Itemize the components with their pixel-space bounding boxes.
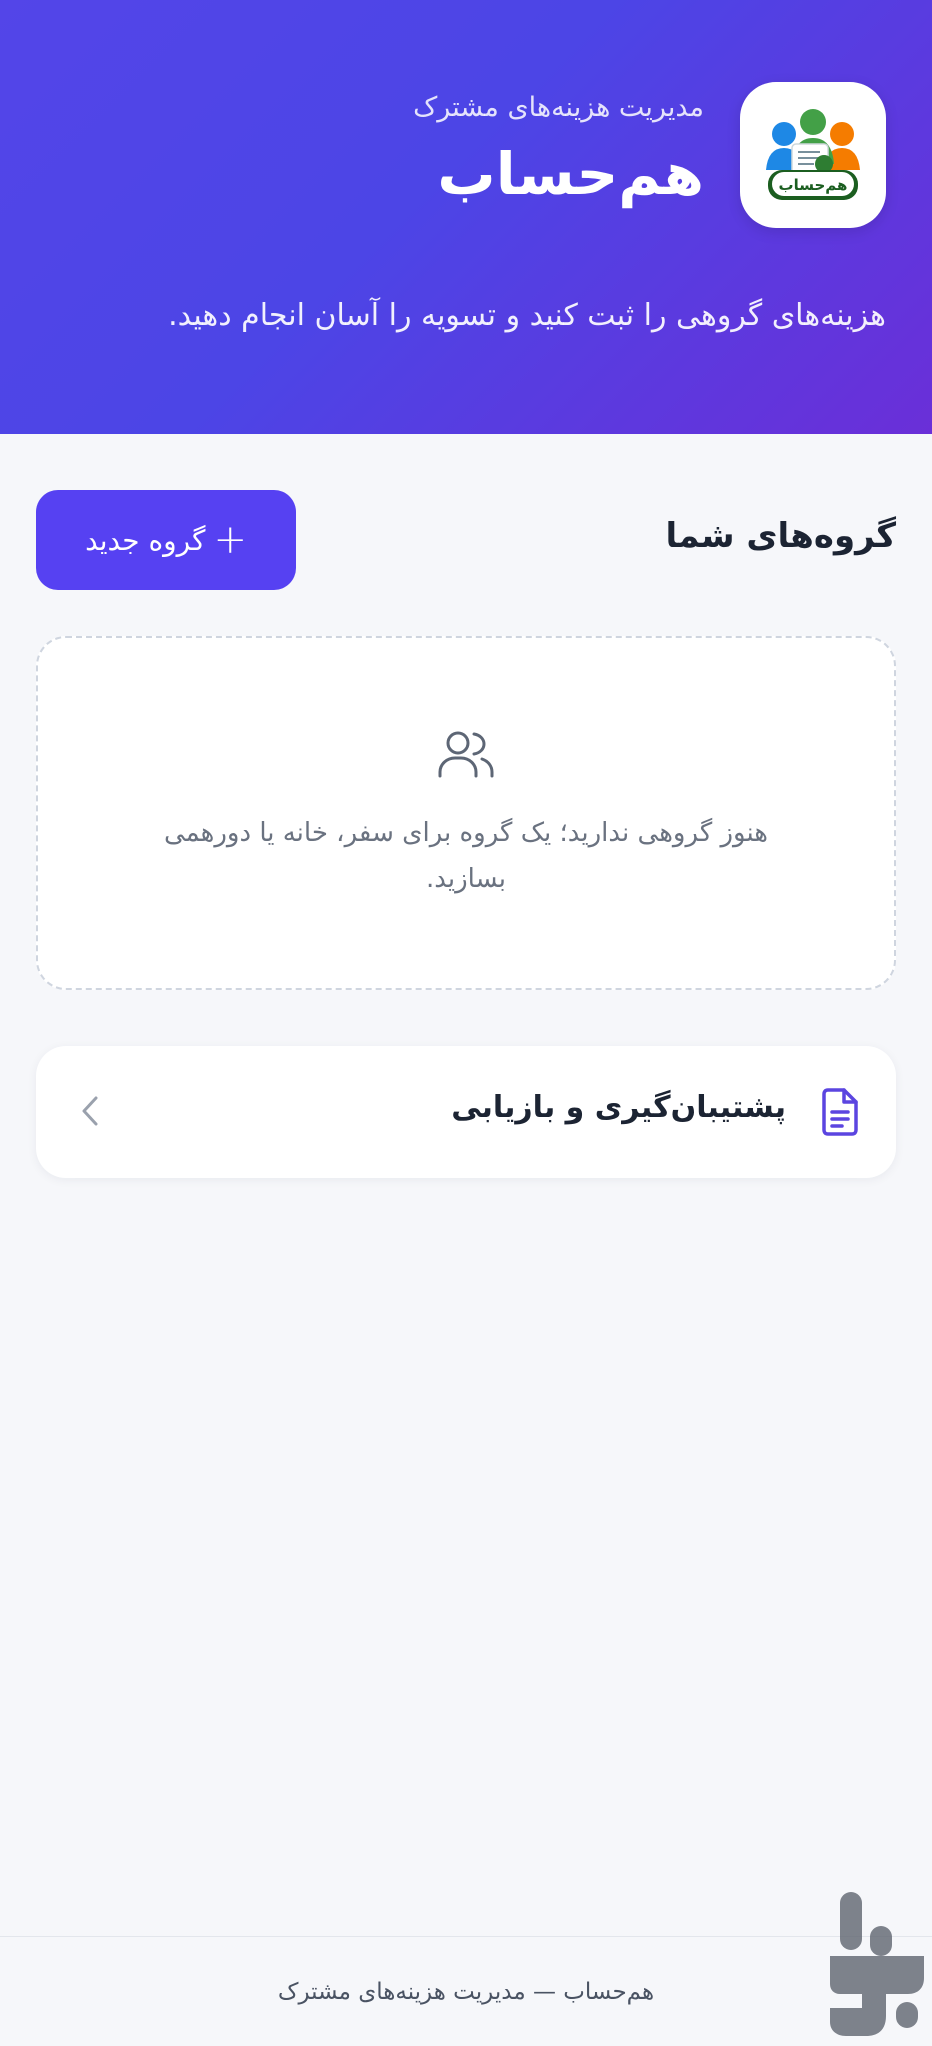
groups-section-header: گروه‌های شما + گروه جدید <box>36 490 896 590</box>
footer: هم‌حساب — مدیریت هزینه‌های مشترک <box>0 1936 932 2046</box>
backup-label: پشتیبان‌گیری و بازیابی <box>451 1090 786 1125</box>
app-logo-icon: هم‌حساب <box>740 82 886 228</box>
plus-icon: + <box>213 517 247 563</box>
app-screen: هم‌حساب مدیریت هزینه‌های مشترک هم‌حساب ه… <box>0 0 932 2046</box>
app-title: هم‌حساب <box>437 140 704 208</box>
empty-groups-card: هنوز گروهی ندارید؛ یک گروه برای سفر، خان… <box>36 636 896 990</box>
hero-header: هم‌حساب مدیریت هزینه‌های مشترک هم‌حساب ه… <box>0 0 932 434</box>
empty-message: هنوز گروهی ندارید؛ یک گروه برای سفر، خان… <box>163 818 769 894</box>
store-watermark-icon <box>826 1884 928 2040</box>
new-group-label: گروه جدید <box>85 523 206 557</box>
chevron-left-icon <box>80 1094 100 1132</box>
users-icon <box>438 728 494 784</box>
backup-restore-item[interactable]: پشتیبان‌گیری و بازیابی <box>36 1046 896 1178</box>
document-icon <box>820 1088 860 1140</box>
footer-text: هم‌حساب — مدیریت هزینه‌های مشترک <box>277 1979 655 2005</box>
app-subtitle: مدیریت هزینه‌های مشترک <box>413 92 704 123</box>
section-title: گروه‌های شما <box>665 516 896 556</box>
svg-text:هم‌حساب: هم‌حساب <box>779 176 848 194</box>
new-group-button[interactable]: + گروه جدید <box>36 490 296 590</box>
app-tagline: هزینه‌های گروهی را ثبت کنید و تسویه را آ… <box>168 298 886 333</box>
